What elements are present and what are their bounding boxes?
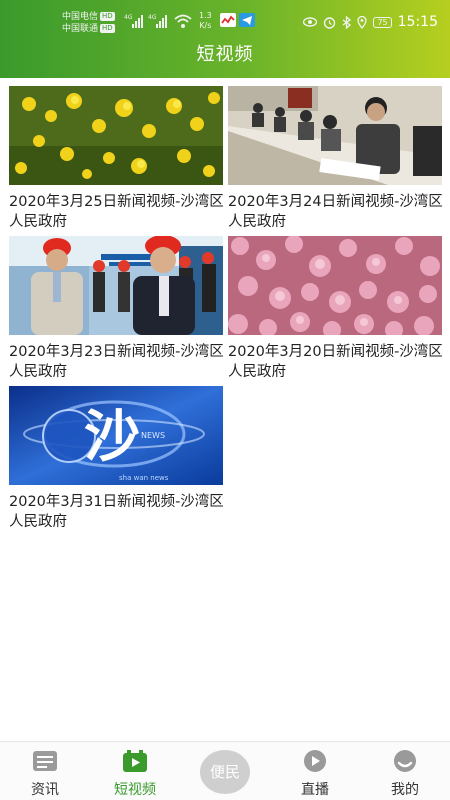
signal-1-icon: 4G xyxy=(124,14,143,28)
tab-profile[interactable]: 我的 xyxy=(360,742,450,800)
battery-indicator: 75 xyxy=(373,16,392,28)
page-title: 短视频 xyxy=(196,44,254,65)
watermark-text: sha wan news xyxy=(119,474,169,482)
speed-value: 1.3 xyxy=(199,11,212,20)
hard-hat-officials-image xyxy=(9,236,223,335)
carrier-1-label: 中国电信 xyxy=(62,12,99,22)
telegram-icon xyxy=(239,13,255,27)
hd-badge-2: HD xyxy=(100,24,115,33)
news-icon xyxy=(33,751,57,771)
video-thumbnail[interactable]: 沙 NEWS sha wan news xyxy=(9,386,223,485)
tab-live-label: 直播 xyxy=(301,782,329,798)
tab-news-label: 资讯 xyxy=(31,782,59,798)
video-thumbnail[interactable] xyxy=(228,86,442,185)
speed-unit: K/s xyxy=(199,21,212,30)
tab-profile-label: 我的 xyxy=(391,782,419,798)
tab-short-video[interactable]: 短视频 xyxy=(90,742,180,800)
tab-short-video-label: 短视频 xyxy=(114,782,156,798)
video-title[interactable]: 2020年3月25日新闻视频-沙湾区人民政府 xyxy=(9,192,227,232)
sha-news-logo-image: 沙 NEWS sha wan news xyxy=(9,386,223,485)
video-title[interactable]: 2020年3月31日新闻视频-沙湾区人民政府 xyxy=(9,492,227,532)
bottom-tab-bar: 资讯 短视频 便民 直播 我的 xyxy=(0,741,450,800)
convenience-icon[interactable]: 便民 xyxy=(200,750,250,794)
hd-badge-1: HD xyxy=(100,12,115,21)
stock-app-icon xyxy=(220,13,236,27)
news-word: NEWS xyxy=(141,431,165,440)
video-icon xyxy=(123,750,147,772)
signal-2-icon: 4G xyxy=(148,14,167,28)
video-thumbnail[interactable] xyxy=(9,86,223,185)
bluetooth-icon xyxy=(343,15,352,29)
pink-blossoms-image xyxy=(228,236,442,335)
wifi-icon xyxy=(174,14,192,28)
tab-convenience-label: 便民 xyxy=(209,763,240,781)
profile-icon xyxy=(394,750,416,772)
network-speed: 1.3 K/s xyxy=(199,11,212,31)
eye-comfort-icon xyxy=(303,17,318,27)
video-title[interactable]: 2020年3月23日新闻视频-沙湾区人民政府 xyxy=(9,342,227,382)
status-time: 15:15 xyxy=(397,14,438,30)
app-header: 中国电信 HD 中国联通 HD 4G 4G 1.3 K/s 75 15:15 短… xyxy=(0,0,450,78)
video-title[interactable]: 2020年3月20日新闻视频-沙湾区人民政府 xyxy=(228,342,446,382)
meeting-room-image xyxy=(228,86,442,185)
network-2-label: 4G xyxy=(148,14,157,21)
location-icon xyxy=(357,15,368,29)
alarm-icon xyxy=(324,16,336,29)
status-bar: 中国电信 HD 中国联通 HD 4G 4G 1.3 K/s 75 15:15 xyxy=(0,0,450,42)
tab-news[interactable]: 资讯 xyxy=(0,742,90,800)
status-right: 75 15:15 xyxy=(303,12,438,32)
video-thumbnail[interactable] xyxy=(9,236,223,335)
video-thumbnail[interactable] xyxy=(228,236,442,335)
yellow-flowers-image xyxy=(9,86,223,185)
carrier-2-label: 中国联通 xyxy=(62,24,99,34)
network-1-label: 4G xyxy=(124,14,133,21)
sha-logo-glyph: 沙 xyxy=(84,405,140,470)
tab-live[interactable]: 直播 xyxy=(270,742,360,800)
carrier-info: 中国电信 HD 中国联通 HD xyxy=(62,11,115,35)
video-title[interactable]: 2020年3月24日新闻视频-沙湾区人民政府 xyxy=(228,192,446,232)
live-play-icon xyxy=(304,750,326,772)
